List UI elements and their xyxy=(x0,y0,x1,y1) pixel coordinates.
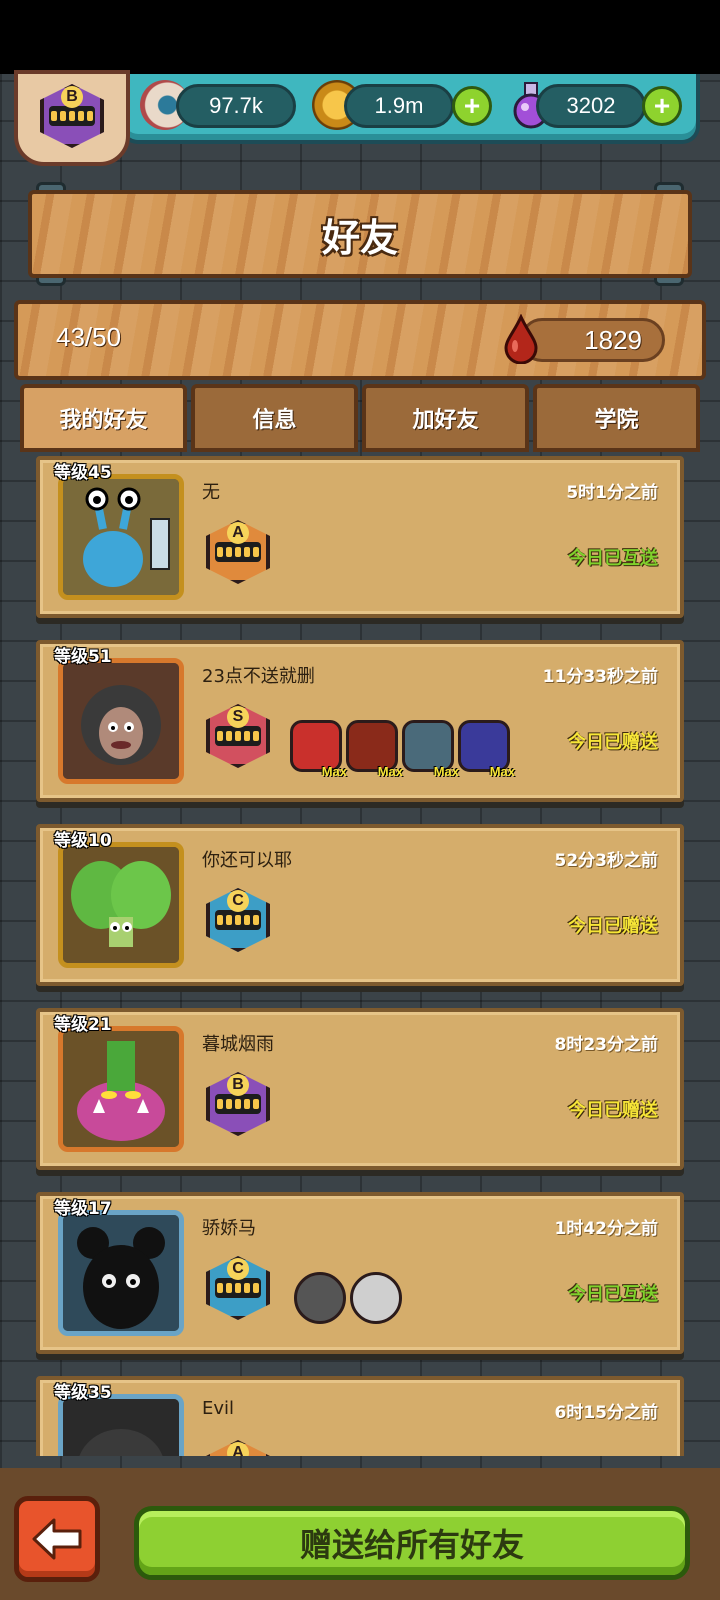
buy-coins-button[interactable]: + xyxy=(452,86,492,126)
friend-name: 你还可以耶 xyxy=(202,850,292,871)
gift-status: 今日已互送 xyxy=(568,1284,658,1305)
friend-level: 等级21 xyxy=(54,1015,112,1035)
friend-portrait[interactable] xyxy=(58,1394,184,1456)
pet-max-label: Max xyxy=(489,764,515,779)
friend-rank-badge: A xyxy=(206,520,270,584)
blood-drop-icon xyxy=(502,313,540,365)
friend-name: Evil xyxy=(202,1398,235,1419)
player-avatar[interactable]: B xyxy=(14,70,130,166)
gift-status: 今日已互送 xyxy=(568,548,658,569)
send-to-all-button[interactable]: 赠送给所有好友 xyxy=(134,1506,690,1580)
friend-card[interactable]: 等级10 你还可以耶 52分3秒之前 C 今日已赠送 xyxy=(36,824,684,986)
friend-name: 骄娇马 xyxy=(202,1218,256,1239)
tab-add-friend[interactable]: 加好友 xyxy=(362,384,529,452)
pet-icon[interactable] xyxy=(350,1272,402,1324)
friend-rank-badge: A xyxy=(206,1440,270,1456)
friend-rank-badge: C xyxy=(206,1256,270,1320)
friend-rank-badge: B xyxy=(206,1072,270,1136)
friend-card[interactable]: 等级35 Evil 6时15分之前 A xyxy=(36,1376,684,1456)
tab-messages[interactable]: 信息 xyxy=(191,384,358,452)
back-arrow-icon xyxy=(32,1518,82,1560)
friend-portrait[interactable] xyxy=(58,658,184,784)
friend-last-online: 1时42分之前 xyxy=(554,1219,659,1239)
pet-icon[interactable]: Max xyxy=(458,720,515,779)
friend-last-online: 5时1分之前 xyxy=(566,483,658,503)
friend-portrait[interactable] xyxy=(58,1210,184,1336)
tab-my-friends[interactable]: 我的好友 xyxy=(20,384,187,452)
rank-letter: C xyxy=(227,890,249,912)
gift-status: 今日已赠送 xyxy=(568,916,658,937)
pet-max-label: Max xyxy=(321,764,347,779)
friend-last-online: 52分3秒之前 xyxy=(554,851,659,871)
friend-rank-badge: C xyxy=(206,888,270,952)
buy-potion-button[interactable]: + xyxy=(642,86,682,126)
friend-level: 等级17 xyxy=(54,1199,112,1219)
friend-last-online: 6时15分之前 xyxy=(554,1403,659,1423)
friend-last-online: 11分33秒之前 xyxy=(542,667,658,687)
back-button[interactable] xyxy=(14,1496,100,1582)
pet-icon[interactable] xyxy=(294,1272,346,1324)
friend-name: 暮城烟雨 xyxy=(202,1034,274,1055)
rank-letter: B xyxy=(227,1074,249,1096)
friend-portrait[interactable] xyxy=(58,1026,184,1152)
page-title-banner: 好友 xyxy=(28,190,692,278)
friend-count: 43/50 xyxy=(56,322,122,352)
friend-name: 无 xyxy=(202,482,220,503)
friend-name: 23点不送就删 xyxy=(202,666,315,687)
player-rank-badge: B xyxy=(40,84,104,148)
rank-letter: C xyxy=(227,1258,249,1280)
gift-status: 今日已赠送 xyxy=(568,1100,658,1121)
pet-icon[interactable]: Max xyxy=(346,720,403,779)
tab-academy[interactable]: 学院 xyxy=(533,384,700,452)
friend-card[interactable]: 等级45 无 5时1分之前 A 今日已互送 xyxy=(36,456,684,618)
coin-count: 1.9m xyxy=(344,84,454,128)
friend-list[interactable]: 等级45 无 5时1分之前 A 今日已互送 等级51 23点不送就删 11分33… xyxy=(36,456,684,1456)
friend-level: 等级10 xyxy=(54,831,112,851)
friend-portrait[interactable] xyxy=(58,842,184,968)
rank-letter: A xyxy=(227,522,249,544)
tab-bar: 我的好友 信息 加好友 学院 xyxy=(20,384,700,452)
friend-card[interactable]: 等级51 23点不送就删 11分33秒之前 S Max Max Max Max … xyxy=(36,640,684,802)
potion-count: 3202 xyxy=(536,84,646,128)
friend-portrait[interactable] xyxy=(58,474,184,600)
pet-icon[interactable]: Max xyxy=(290,720,347,779)
page-title: 好友 xyxy=(321,215,398,260)
friend-level: 等级35 xyxy=(54,1383,112,1403)
blood-count: 1829 xyxy=(520,318,665,362)
friend-last-online: 8时23分之前 xyxy=(554,1035,659,1055)
eyeball-count: 97.7k xyxy=(176,84,296,128)
gift-status: 今日已赠送 xyxy=(568,732,658,753)
friend-rank-badge: S xyxy=(206,704,270,768)
friend-card[interactable]: 等级17 骄娇马 1时42分之前 C 今日已互送 xyxy=(36,1192,684,1354)
rank-letter: B xyxy=(61,86,83,108)
friend-level: 等级45 xyxy=(54,463,112,483)
rank-letter: A xyxy=(227,1442,249,1456)
friend-card[interactable]: 等级21 暮城烟雨 8时23分之前 B 今日已赠送 xyxy=(36,1008,684,1170)
pet-max-label: Max xyxy=(377,764,403,779)
rank-letter: S xyxy=(227,706,249,728)
friend-level: 等级51 xyxy=(54,647,112,667)
pet-max-label: Max xyxy=(433,764,459,779)
system-status-bar xyxy=(0,0,720,74)
pet-icon[interactable]: Max xyxy=(402,720,459,779)
